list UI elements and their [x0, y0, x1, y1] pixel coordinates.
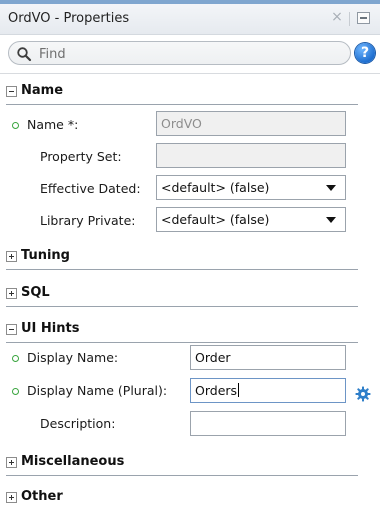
minimize-button[interactable] [357, 12, 370, 24]
title-bar: OrdVO - Properties × [0, 4, 380, 35]
display-name-input[interactable]: Order [190, 345, 346, 370]
library-private-value: <default> (false) [161, 212, 270, 227]
section-divider [6, 269, 358, 270]
description-label: Description: [40, 416, 116, 431]
section-ui-hints-header[interactable]: UI Hints [0, 318, 380, 344]
expand-icon[interactable] [6, 457, 17, 468]
library-private-select[interactable]: <default> (false) [156, 207, 346, 232]
section-miscellaneous-header[interactable]: Miscellaneous [0, 451, 380, 477]
required-indicator-icon [12, 122, 19, 129]
effective-dated-value: <default> (false) [161, 180, 270, 195]
search-input[interactable] [37, 44, 341, 64]
gear-icon[interactable] [355, 386, 371, 402]
section-name-header[interactable]: Name [0, 80, 380, 106]
property-set-label: Property Set: [40, 149, 122, 164]
close-icon[interactable]: × [330, 10, 344, 24]
section-other-header[interactable]: Other [0, 486, 380, 512]
collapse-icon[interactable] [6, 86, 17, 97]
search-bar: ? [0, 35, 380, 74]
help-icon[interactable]: ? [355, 43, 375, 63]
expand-icon[interactable] [6, 251, 17, 262]
display-name-plural-value: Orders [195, 383, 238, 398]
display-name-plural-label: Display Name (Plural): [27, 383, 168, 398]
library-private-label: Library Private: [40, 213, 136, 228]
search-icon [17, 47, 32, 62]
required-indicator-icon [12, 355, 19, 362]
required-indicator-icon [12, 388, 19, 395]
name-field: OrdVO [156, 111, 346, 136]
section-tuning-label: Tuning [21, 248, 70, 263]
section-sql-header[interactable]: SQL [0, 282, 380, 308]
dropdown-arrow-icon [326, 217, 336, 223]
section-miscellaneous-label: Miscellaneous [21, 454, 125, 469]
text-cursor [238, 383, 240, 397]
titlebar-divider [349, 12, 350, 26]
property-set-field [156, 143, 346, 168]
section-divider [6, 104, 358, 105]
section-divider [6, 475, 358, 476]
section-divider [6, 306, 358, 307]
search-box[interactable] [8, 41, 351, 65]
section-tuning-header[interactable]: Tuning [0, 245, 380, 271]
display-name-plural-input[interactable]: Orders [190, 378, 346, 403]
collapse-icon[interactable] [6, 324, 17, 335]
effective-dated-select[interactable]: <default> (false) [156, 175, 346, 200]
section-divider [6, 342, 358, 343]
expand-icon[interactable] [6, 492, 17, 503]
display-name-label: Display Name: [27, 350, 119, 365]
expand-icon[interactable] [6, 288, 17, 299]
window-title: OrdVO - Properties [8, 11, 130, 26]
dropdown-arrow-icon [326, 185, 336, 191]
section-other-label: Other [21, 489, 63, 504]
section-ui-hints-label: UI Hints [21, 321, 80, 336]
description-input[interactable] [190, 411, 346, 436]
section-sql-label: SQL [21, 285, 50, 300]
name-label: Name *: [27, 117, 79, 132]
effective-dated-label: Effective Dated: [40, 181, 141, 196]
section-name-label: Name [21, 83, 64, 98]
